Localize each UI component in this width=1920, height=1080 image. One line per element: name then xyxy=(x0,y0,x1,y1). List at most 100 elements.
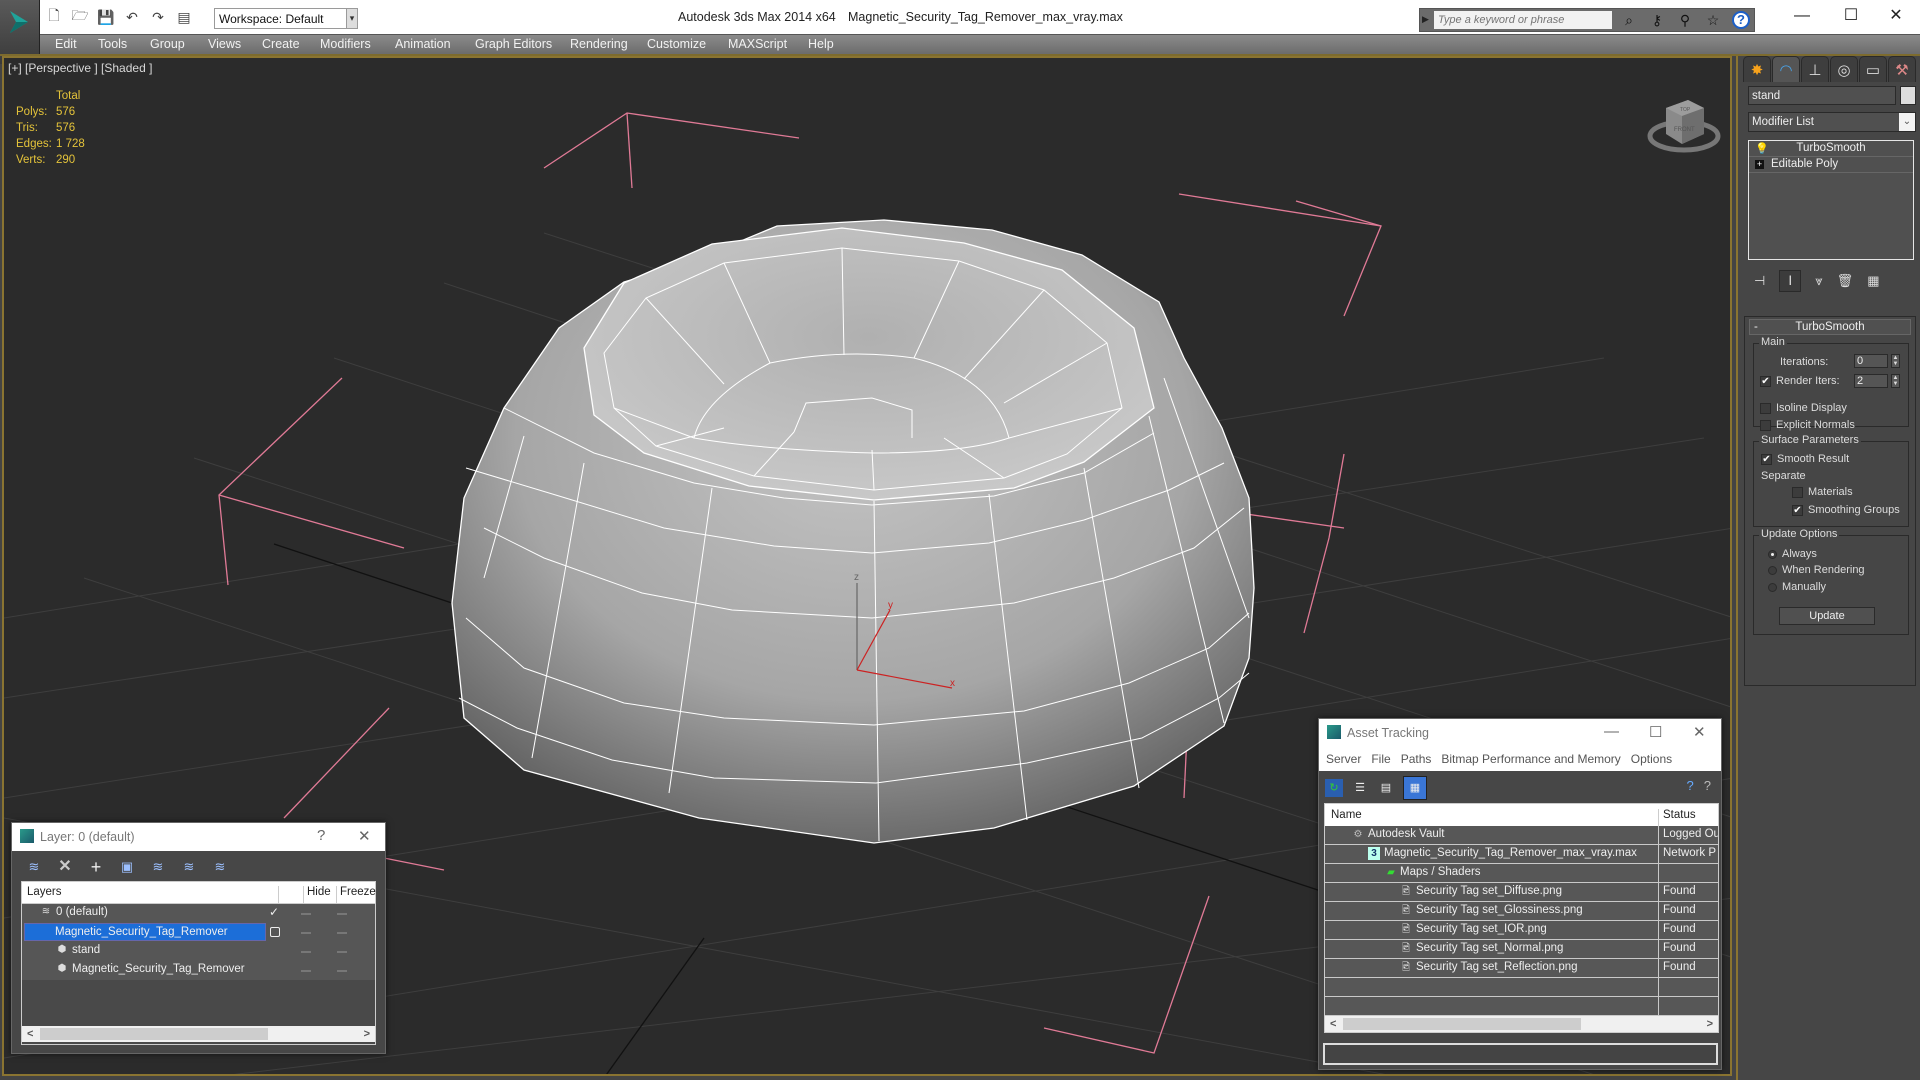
scroll-right-icon[interactable]: > xyxy=(364,1026,370,1042)
maximize-button[interactable]: ☐ xyxy=(1649,723,1662,741)
column-header-hide[interactable]: Hide xyxy=(307,886,331,898)
minimize-button[interactable]: — xyxy=(1604,723,1619,740)
select-layer-icon[interactable]: ≋ xyxy=(148,857,168,877)
close-button[interactable]: ✕ xyxy=(358,827,371,845)
thumbnail-view-icon[interactable]: ▤ xyxy=(1377,779,1395,797)
asset-row[interactable]: 🖻 Security Tag set_Glossiness.png Found xyxy=(1325,902,1718,921)
dialog-titlebar[interactable]: Layer: 0 (default) ? ✕ xyxy=(12,823,385,851)
horizontal-scrollbar[interactable]: < > xyxy=(1325,1016,1718,1032)
show-end-result-icon[interactable]: Ⅰ xyxy=(1779,270,1802,292)
update-button[interactable]: Update xyxy=(1779,607,1875,625)
dialog-titlebar[interactable]: Asset Tracking — ☐ ✕ xyxy=(1319,719,1721,747)
explicit-normals-checkbox[interactable] xyxy=(1760,420,1771,431)
menu-edit[interactable]: Edit xyxy=(55,37,77,51)
undo-icon[interactable]: ↶ xyxy=(122,7,142,27)
add-to-layer-icon[interactable]: + xyxy=(86,857,106,877)
modify-tab[interactable]: ◠ xyxy=(1772,56,1800,82)
hide-unhide-icon[interactable]: ≋ xyxy=(179,857,199,877)
set-current-checkbox[interactable] xyxy=(270,927,280,937)
pin-stack-icon[interactable]: ⊣ xyxy=(1754,273,1765,289)
freeze-toggle[interactable] xyxy=(337,951,347,953)
smooth-result-checkbox[interactable]: ✔ xyxy=(1761,454,1772,465)
layer-row[interactable]: − ≋ Magnetic_Security_Tag_Remover xyxy=(22,923,375,942)
project-folder-icon[interactable]: ▤ xyxy=(174,7,194,27)
motion-tab[interactable]: ◎ xyxy=(1830,56,1858,82)
column-header-status[interactable]: Status xyxy=(1663,809,1696,821)
hide-toggle[interactable] xyxy=(301,932,311,934)
rollout-header[interactable]: - TurboSmooth xyxy=(1749,319,1911,335)
make-unique-icon[interactable]: ⩔ xyxy=(1815,273,1822,289)
create-tab[interactable]: ✸ xyxy=(1743,56,1771,82)
list-view-icon[interactable]: ☰ xyxy=(1351,779,1369,797)
save-icon[interactable]: 💾 xyxy=(96,7,116,27)
asset-row[interactable]: 🖻 Security Tag set_Normal.png Found xyxy=(1325,940,1718,959)
configure-sets-icon[interactable]: ▦ xyxy=(1867,273,1879,289)
hide-toggle[interactable] xyxy=(301,970,311,972)
satellite-icon[interactable]: ⚲ xyxy=(1676,11,1694,29)
viewport-label[interactable]: [+] [Perspective ] [Shaded ] xyxy=(8,61,152,75)
iterations-spinner[interactable] xyxy=(1854,354,1888,368)
lightbulb-icon[interactable]: 💡 xyxy=(1755,142,1769,157)
help-icon[interactable]: ? xyxy=(1732,11,1750,29)
update-always-radio[interactable] xyxy=(1768,550,1777,559)
close-button[interactable]: ✕ xyxy=(1693,723,1706,741)
viewcube[interactable]: FRONT TOP xyxy=(1644,86,1724,158)
menu-rendering[interactable]: Rendering xyxy=(570,37,628,51)
menu-paths[interactable]: Paths xyxy=(1401,752,1432,766)
object-row[interactable]: ⬢ Magnetic_Security_Tag_Remover xyxy=(22,961,375,980)
menu-modifiers[interactable]: Modifiers xyxy=(320,37,371,51)
current-layer-check-icon[interactable]: ✓ xyxy=(269,905,279,919)
display-tab[interactable]: ▭ xyxy=(1859,56,1887,82)
binoculars-icon[interactable]: ⌕ xyxy=(1620,11,1638,29)
online-help-icon[interactable]: ? xyxy=(1687,778,1694,793)
menu-create[interactable]: Create xyxy=(262,37,300,51)
menu-help[interactable]: Help xyxy=(808,37,834,51)
star-icon[interactable]: ☆ xyxy=(1704,11,1722,29)
stack-item-editable-poly[interactable]: + Editable Poly xyxy=(1749,157,1913,173)
scroll-left-icon[interactable]: < xyxy=(27,1026,33,1042)
refresh-icon[interactable]: ↻ xyxy=(1325,779,1343,797)
new-file-icon[interactable]: 🗋 xyxy=(44,7,64,27)
menu-graph-editors[interactable]: Graph Editors xyxy=(475,37,552,51)
freeze-toggle[interactable] xyxy=(337,970,347,972)
maximize-button[interactable]: ☐ xyxy=(1831,4,1871,28)
scroll-left-icon[interactable]: < xyxy=(1330,1016,1336,1032)
search-input[interactable] xyxy=(1434,11,1612,29)
expand-plus-icon[interactable]: + xyxy=(1755,160,1764,169)
asset-row[interactable]: 🖻 Security Tag set_IOR.png Found xyxy=(1325,921,1718,940)
new-layer-icon[interactable]: ≋ xyxy=(24,857,44,877)
smoothing-groups-checkbox[interactable]: ✔ xyxy=(1792,505,1803,516)
menu-maxscript[interactable]: MAXScript xyxy=(728,37,787,51)
column-header-name[interactable]: Name xyxy=(1331,809,1362,821)
asset-row[interactable]: 3 Magnetic_Security_Tag_Remover_max_vray… xyxy=(1325,845,1718,864)
table-view-icon[interactable]: ▦ xyxy=(1403,776,1427,800)
update-manually-radio[interactable] xyxy=(1768,583,1777,592)
object-name-field[interactable] xyxy=(1748,86,1896,105)
key-icon[interactable]: ⚷ xyxy=(1648,11,1666,29)
hide-toggle[interactable] xyxy=(301,951,311,953)
minimize-button[interactable]: — xyxy=(1782,4,1822,28)
scroll-right-icon[interactable]: > xyxy=(1707,1016,1713,1032)
hide-toggle[interactable] xyxy=(301,913,311,915)
spinner-arrows-icon[interactable]: ▲ ▼ xyxy=(1891,354,1900,368)
menu-views[interactable]: Views xyxy=(208,37,241,51)
help-icon[interactable]: ? xyxy=(1704,778,1711,793)
menu-options[interactable]: Options xyxy=(1631,752,1672,766)
horizontal-scrollbar[interactable]: < > xyxy=(22,1026,375,1042)
update-when-rendering-radio[interactable] xyxy=(1768,566,1777,575)
open-file-icon[interactable]: 🗁 xyxy=(70,7,90,27)
render-iters-checkbox[interactable]: ✔ xyxy=(1760,376,1771,387)
asset-row[interactable]: ▰ Maps / Shaders xyxy=(1325,864,1718,883)
column-header-freeze[interactable]: Freeze xyxy=(340,886,376,898)
close-button[interactable]: ✕ xyxy=(1876,4,1916,28)
remove-modifier-icon[interactable]: 🗑 xyxy=(1837,273,1854,289)
select-objects-icon[interactable]: ▣ xyxy=(117,857,137,877)
help-button[interactable]: ? xyxy=(317,827,325,844)
scrollbar-thumb[interactable] xyxy=(1343,1018,1581,1030)
freeze-layer-icon[interactable]: ≋ xyxy=(210,857,230,877)
freeze-toggle[interactable] xyxy=(337,932,347,934)
freeze-toggle[interactable] xyxy=(337,913,347,915)
menu-server[interactable]: Server xyxy=(1326,752,1361,766)
asset-row[interactable]: 🖻 Security Tag set_Reflection.png Found xyxy=(1325,959,1718,978)
render-iters-spinner[interactable] xyxy=(1854,374,1888,388)
